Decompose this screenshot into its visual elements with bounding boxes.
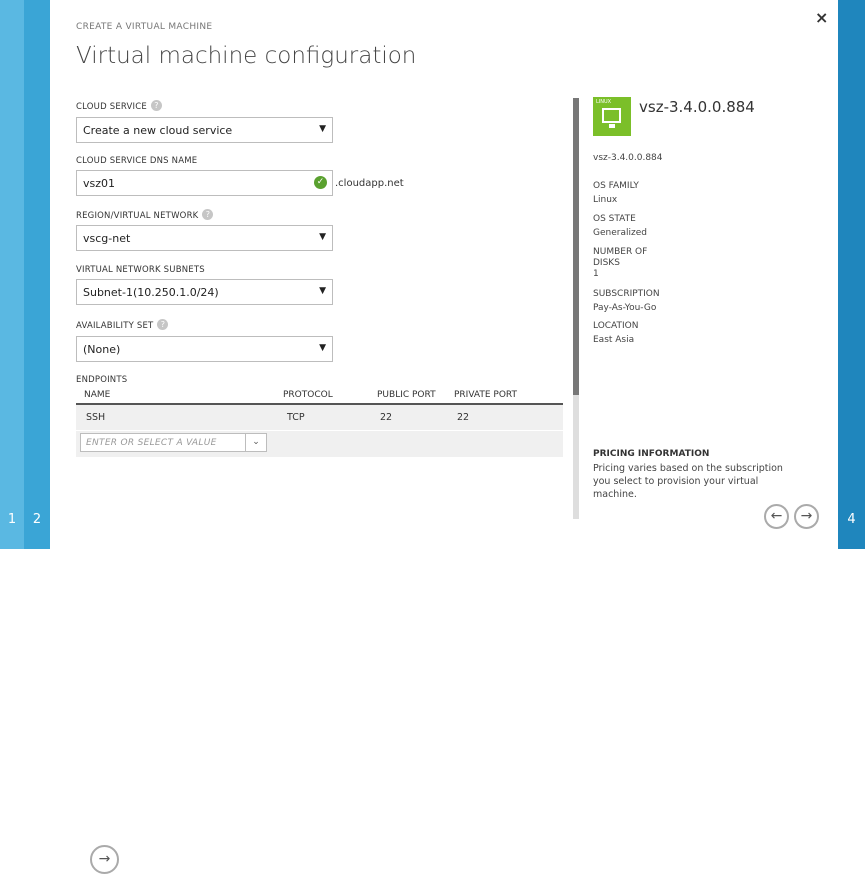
dns-name-value: vsz01: [83, 177, 116, 190]
step-number: 4: [847, 512, 856, 527]
cloud-service-select[interactable]: Create a new cloud service ▼: [76, 117, 333, 143]
next-button[interactable]: →: [794, 504, 819, 529]
cloud-service-value: Create a new cloud service: [83, 124, 233, 137]
endpoint-public-port: 22: [380, 412, 393, 423]
endpoint-private-port: 22: [457, 412, 470, 423]
dns-name-input[interactable]: vsz01 ✓: [76, 170, 333, 196]
endpoint-combobox[interactable]: ENTER OR SELECT A VALUE ⌄: [80, 433, 267, 452]
os-state-label: OS STATE: [593, 214, 636, 224]
availability-set-select[interactable]: (None) ▼: [76, 336, 333, 362]
help-icon[interactable]: ?: [202, 209, 214, 220]
column-header-name: NAME: [84, 390, 111, 400]
table-row[interactable]: [76, 405, 563, 430]
disks-value: 1: [593, 269, 599, 279]
dns-name-label: CLOUD SERVICE DNS NAME: [76, 156, 198, 166]
dns-suffix: .cloudapp.net: [335, 178, 404, 189]
subscription-label: SUBSCRIPTION: [593, 289, 660, 299]
arrow-right-icon: →: [98, 851, 111, 867]
os-family-value: Linux: [593, 195, 618, 205]
back-button[interactable]: ←: [764, 504, 789, 529]
column-header-private-port: PRIVATE PORT: [454, 390, 518, 400]
cloud-service-label-text: CLOUD SERVICE: [76, 102, 147, 112]
scrollbar-thumb[interactable]: [573, 98, 579, 395]
column-header-protocol: PROTOCOL: [283, 390, 333, 400]
availability-set-label: AVAILABILITY SET?: [76, 319, 169, 331]
chevron-down-icon: ▼: [319, 232, 326, 242]
chevron-down-icon: ▼: [319, 343, 326, 353]
help-icon[interactable]: ?: [150, 100, 162, 111]
os-state-value: Generalized: [593, 228, 647, 238]
region-label-text: REGION/VIRTUAL NETWORK: [76, 211, 199, 221]
cloud-service-label: CLOUD SERVICE?: [76, 100, 162, 112]
bottom-next-button[interactable]: →: [90, 845, 119, 874]
chevron-down-icon: ▼: [319, 124, 326, 134]
location-label: LOCATION: [593, 321, 639, 331]
region-select[interactable]: vscg-net ▼: [76, 225, 333, 251]
pricing-title: PRICING INFORMATION: [593, 449, 710, 459]
endpoint-name: SSH: [86, 412, 106, 423]
wizard-kicker: CREATE A VIRTUAL MACHINE: [76, 22, 213, 32]
location-value: East Asia: [593, 335, 635, 345]
subnets-label: VIRTUAL NETWORK SUBNETS: [76, 265, 205, 275]
vm-image-name: vsz-3.4.0.0.884: [593, 153, 663, 163]
disks-label-line1: NUMBER OF: [593, 247, 648, 257]
linux-tag: LINUX: [596, 99, 612, 105]
subnets-value: Subnet-1(10.250.1.0/24): [83, 286, 219, 299]
pricing-text: Pricing varies based on the subscription…: [593, 463, 783, 500]
page-title: Virtual machine configuration: [76, 43, 417, 69]
chevron-down-icon: ▼: [319, 286, 326, 296]
close-icon[interactable]: ×: [815, 8, 828, 27]
endpoint-protocol: TCP: [287, 412, 305, 423]
check-icon: ✓: [314, 176, 327, 189]
help-icon[interactable]: ?: [157, 319, 169, 330]
linux-vm-icon: LINUX: [593, 97, 631, 136]
monitor-shape: [602, 108, 621, 123]
step-number: 2: [32, 512, 42, 527]
monitor-stand: [609, 124, 615, 128]
disks-label-line2: DISKS: [593, 258, 620, 268]
step-number: 1: [7, 512, 17, 527]
subscription-value: Pay-As-You-Go: [593, 303, 657, 313]
vm-image-title: vsz-3.4.0.0.884: [639, 98, 755, 116]
subnets-select[interactable]: Subnet-1(10.250.1.0/24) ▼: [76, 279, 333, 305]
arrow-left-icon: ←: [770, 508, 783, 524]
availability-set-value: (None): [83, 343, 121, 356]
endpoints-label: ENDPOINTS: [76, 375, 128, 385]
region-value: vscg-net: [83, 232, 131, 245]
arrow-right-icon: →: [800, 508, 813, 524]
chevron-down-icon[interactable]: ⌄: [245, 434, 266, 451]
wizard-step-2[interactable]: 2: [24, 0, 50, 549]
region-label: REGION/VIRTUAL NETWORK?: [76, 209, 214, 221]
column-header-public-port: PUBLIC PORT: [377, 390, 436, 400]
os-family-label: OS FAMILY: [593, 181, 639, 191]
wizard-step-4[interactable]: 4: [838, 0, 865, 549]
availability-set-label-text: AVAILABILITY SET: [76, 321, 154, 331]
wizard-step-1[interactable]: 1: [0, 0, 24, 549]
endpoint-combobox-placeholder: ENTER OR SELECT A VALUE: [86, 438, 217, 448]
